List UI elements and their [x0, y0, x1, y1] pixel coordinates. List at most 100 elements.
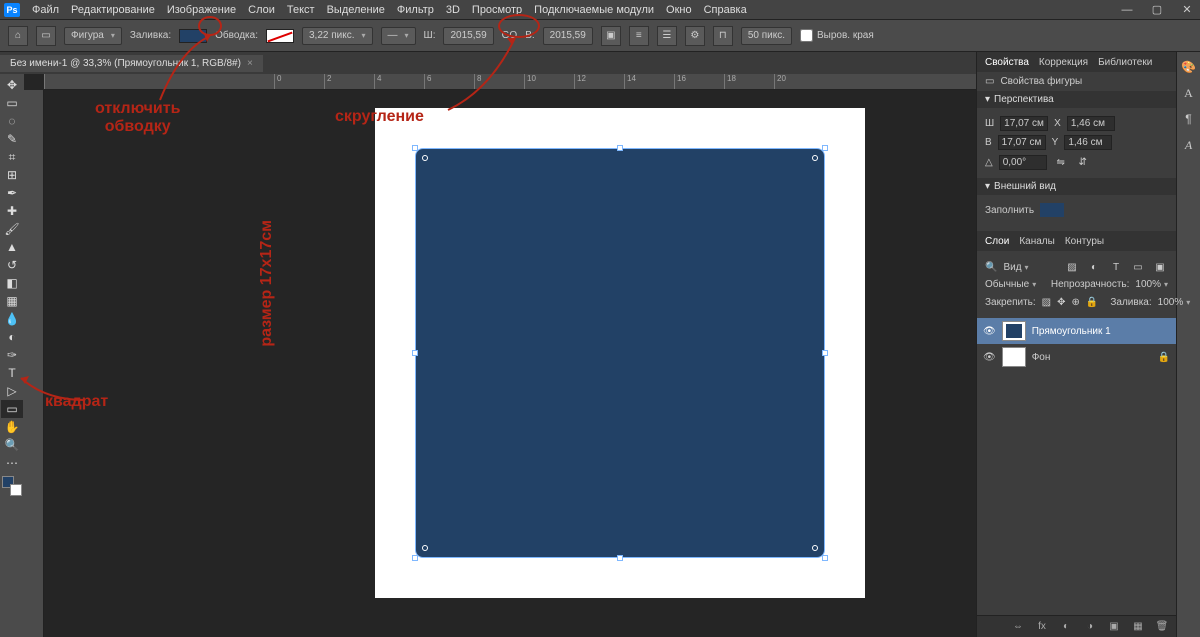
menu-window[interactable]: Окно	[666, 4, 692, 16]
transform-handle[interactable]	[412, 145, 418, 151]
heal-tool-icon[interactable]: ✚	[1, 202, 23, 220]
tab-properties[interactable]: Свойства	[985, 57, 1029, 68]
eyedropper-tool-icon[interactable]: ✒	[1, 184, 23, 202]
gradient-tool-icon[interactable]: ▦	[1, 292, 23, 310]
transform-handle[interactable]	[412, 350, 418, 356]
minimize-icon[interactable]: —	[1118, 3, 1136, 17]
layer-thumbnail[interactable]	[1002, 347, 1026, 367]
glyphs-panel-icon[interactable]: A	[1180, 136, 1198, 154]
corner-radius-handle-icon[interactable]	[812, 155, 818, 161]
visibility-eye-icon[interactable]: 👁	[983, 326, 996, 337]
menu-layers[interactable]: Слои	[248, 4, 275, 16]
quickselect-tool-icon[interactable]: ✎	[1, 130, 23, 148]
stroke-width-input[interactable]: 3,22 пикс.	[302, 27, 373, 45]
document-tab-close-icon[interactable]: ×	[247, 58, 253, 69]
menu-edit[interactable]: Редактирование	[71, 4, 155, 16]
color-panel-icon[interactable]: 🎨	[1180, 58, 1198, 76]
pathops-icon[interactable]: ▣	[601, 26, 621, 46]
move-tool-icon[interactable]: ✥	[1, 76, 23, 94]
filter-type-icon[interactable]: T	[1108, 259, 1124, 275]
document-tab[interactable]: Без имени-1 @ 33,3% (Прямоугольник 1, RG…	[0, 55, 263, 72]
dodge-tool-icon[interactable]: ◐	[1, 328, 23, 346]
corner-link-icon[interactable]: ⊓	[713, 26, 733, 46]
appearance-section-header[interactable]: ▾ Внешний вид	[977, 178, 1176, 195]
crop-tool-icon[interactable]: ⌗	[1, 148, 23, 166]
corner-radius-input[interactable]: 50 пикс.	[741, 27, 792, 45]
new-layer-icon[interactable]: ▦	[1130, 619, 1146, 635]
restore-icon[interactable]: ▢	[1148, 3, 1166, 17]
menu-filter[interactable]: Фильтр	[397, 4, 434, 16]
menu-image[interactable]: Изображение	[167, 4, 236, 16]
layer-name[interactable]: Фон	[1032, 352, 1051, 363]
prop-width-input[interactable]	[1000, 116, 1048, 131]
transform-handle[interactable]	[617, 145, 623, 151]
menu-3d[interactable]: 3D	[446, 4, 460, 16]
gear-icon[interactable]: ⚙	[685, 26, 705, 46]
fx-icon[interactable]: fx	[1034, 619, 1050, 635]
width-input[interactable]: 2015,59	[443, 27, 493, 45]
marquee-tool-icon[interactable]: ▭	[1, 94, 23, 112]
filter-pixel-icon[interactable]: ▨	[1064, 259, 1080, 275]
layer-filter-dropdown[interactable]: Вид	[1003, 262, 1058, 273]
menu-file[interactable]: Файл	[32, 4, 59, 16]
trash-icon[interactable]: 🗑	[1154, 619, 1170, 635]
eraser-tool-icon[interactable]: ◧	[1, 274, 23, 292]
stamp-tool-icon[interactable]: ▲	[1, 238, 23, 256]
tab-paths[interactable]: Контуры	[1065, 236, 1104, 247]
tab-channels[interactable]: Каналы	[1019, 236, 1055, 247]
menu-help[interactable]: Справка	[704, 4, 747, 16]
rectangle-tool-icon[interactable]: ▭	[1, 400, 23, 418]
corner-radius-handle-icon[interactable]	[812, 545, 818, 551]
shape-mode-dropdown[interactable]: Фигура	[64, 27, 122, 45]
character-panel-icon[interactable]: A	[1180, 84, 1198, 102]
menu-plugins[interactable]: Подключаемые модули	[534, 4, 654, 16]
prop-height-input[interactable]	[998, 135, 1046, 150]
more-tools-icon[interactable]: ⋯	[1, 454, 23, 472]
hand-tool-icon[interactable]: ✋	[1, 418, 23, 436]
adjustment-icon[interactable]: ◑	[1082, 619, 1098, 635]
lasso-tool-icon[interactable]: ◌	[1, 112, 23, 130]
pen-tool-icon[interactable]: ✑	[1, 346, 23, 364]
stroke-swatch[interactable]	[266, 29, 294, 43]
canvas-viewport[interactable]	[44, 90, 976, 637]
zoom-tool-icon[interactable]: 🔍	[1, 436, 23, 454]
transform-handle[interactable]	[617, 555, 623, 561]
visibility-eye-icon[interactable]: 👁	[983, 352, 996, 363]
blur-tool-icon[interactable]: 💧	[1, 310, 23, 328]
paragraph-panel-icon[interactable]: ¶	[1180, 110, 1198, 128]
layer-fill-input[interactable]: 100%	[1158, 297, 1191, 308]
home-icon[interactable]: ⌂	[8, 26, 28, 46]
prop-y-input[interactable]	[1064, 135, 1112, 150]
history-brush-tool-icon[interactable]: ↺	[1, 256, 23, 274]
link-layers-icon[interactable]: ⇔	[1010, 619, 1026, 635]
transform-handle[interactable]	[822, 555, 828, 561]
flip-v-icon[interactable]: ⇵	[1075, 154, 1091, 170]
close-icon[interactable]: ✕	[1178, 3, 1196, 17]
corner-radius-handle-icon[interactable]	[422, 545, 428, 551]
filter-adjust-icon[interactable]: ◐	[1086, 259, 1102, 275]
align-edges-box[interactable]	[800, 29, 813, 42]
tab-libraries[interactable]: Библиотеки	[1098, 57, 1152, 68]
brush-tool-icon[interactable]: 🖌	[1, 220, 23, 238]
lock-pixels-icon[interactable]: ▨	[1042, 294, 1051, 310]
transform-handle[interactable]	[412, 555, 418, 561]
type-tool-icon[interactable]: T	[1, 364, 23, 382]
prop-angle-input[interactable]	[999, 155, 1047, 170]
filter-smart-icon[interactable]: ▣	[1152, 259, 1168, 275]
arrange-icon[interactable]: ☰	[657, 26, 677, 46]
filter-shape-icon[interactable]: ▭	[1130, 259, 1146, 275]
prop-x-input[interactable]	[1067, 116, 1115, 131]
flip-h-icon[interactable]: ⇋	[1053, 154, 1069, 170]
transform-section-header[interactable]: ▾ Перспектива	[977, 91, 1176, 108]
pathselect-tool-icon[interactable]: ▷	[1, 382, 23, 400]
menu-select[interactable]: Выделение	[327, 4, 385, 16]
tab-adjustments[interactable]: Коррекция	[1039, 57, 1088, 68]
align-edges-checkbox[interactable]: Выров. края	[800, 29, 874, 42]
shape-rectangle[interactable]	[415, 148, 825, 558]
align-icon[interactable]: ≡	[629, 26, 649, 46]
lock-all-icon[interactable]: 🔒	[1086, 294, 1098, 310]
transform-handle[interactable]	[822, 350, 828, 356]
frame-tool-icon[interactable]: ⊞	[1, 166, 23, 184]
mask-icon[interactable]: ◐	[1058, 619, 1074, 635]
lock-artboard-icon[interactable]: ⊕	[1072, 294, 1080, 310]
